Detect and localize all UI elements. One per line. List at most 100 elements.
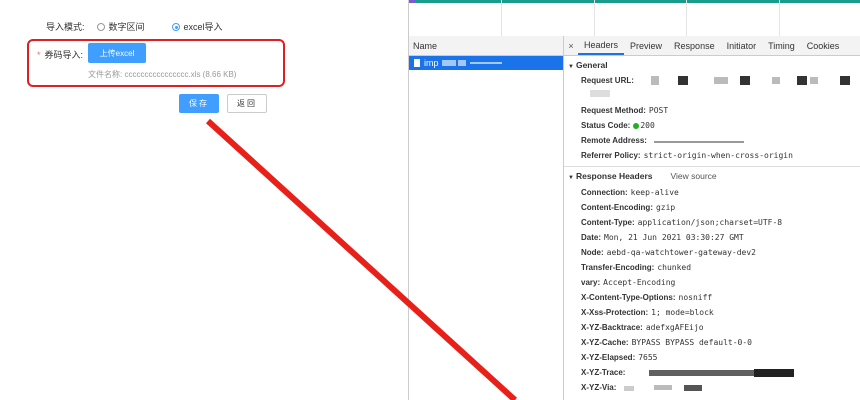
- referrer-policy-key: Referrer Policy:: [581, 151, 641, 160]
- response-header-key: Date:: [581, 233, 602, 242]
- name-column-header[interactable]: Name: [409, 36, 563, 56]
- response-header-key: X-YZ-Cache:: [581, 338, 629, 347]
- general-section-title: General: [575, 60, 608, 70]
- view-source-link[interactable]: View source: [671, 171, 717, 181]
- import-form: 导入模式: 数字区间 excel导入 * 券码导入: 上传excel 文件名称: …: [0, 0, 408, 400]
- response-header-row: X-Xss-Protection: 1; mode=block: [581, 308, 714, 317]
- redacted-text: [740, 76, 750, 85]
- response-header-value: gzip: [655, 203, 676, 212]
- request-list: Name imp: [409, 36, 564, 400]
- import-mode-row: 导入模式: 数字区间 excel导入: [46, 20, 223, 33]
- response-header-key: Node:: [581, 248, 604, 257]
- timeline-gridline: [501, 0, 502, 36]
- redacted-text: [469, 62, 502, 64]
- redacted-text: [754, 369, 794, 377]
- status-code-key: Status Code:: [581, 121, 631, 130]
- status-code-value: 200: [640, 121, 655, 130]
- redacted-text: [684, 385, 702, 391]
- timeline-gridline: [779, 0, 780, 36]
- required-star: *: [37, 50, 41, 60]
- redacted-text: [810, 77, 818, 84]
- general-section-toggle[interactable]: ▼ General: [568, 60, 608, 70]
- request-row-selected[interactable]: imp: [409, 56, 563, 70]
- tab-initiator[interactable]: Initiator: [721, 36, 763, 55]
- response-header-row: X-YZ-Backtrace: adefxgAFEijo: [581, 323, 704, 332]
- timeline-gridline: [594, 0, 595, 36]
- redacted-text: [624, 386, 634, 391]
- request-detail-pane: × Headers Preview Response Initiator Tim…: [564, 36, 860, 400]
- tab-timing[interactable]: Timing: [762, 36, 801, 55]
- devtools-network-panel: Name imp × Headers Preview Response Init…: [408, 0, 860, 400]
- response-header-key: Content-Encoding:: [581, 203, 653, 212]
- radio-excel-label: excel导入: [183, 22, 223, 32]
- tab-cookies[interactable]: Cookies: [801, 36, 846, 55]
- status-ok-icon: [633, 122, 640, 129]
- response-header-row: X-YZ-Via:: [581, 383, 619, 392]
- timeline-bar: [409, 0, 860, 3]
- response-header-row: vary: Accept-Encoding: [581, 278, 675, 287]
- response-headers-title: Response Headers: [575, 171, 653, 181]
- response-header-row: Date: Mon, 21 Jun 2021 03:30:27 GMT: [581, 233, 744, 242]
- network-timeline[interactable]: [409, 0, 860, 37]
- tab-preview[interactable]: Preview: [624, 36, 668, 55]
- file-icon: [414, 59, 420, 67]
- uploaded-file-name: 文件名称: cccccccccccccccc.xls (8.66 KB): [88, 70, 237, 79]
- radio-number-range-label: 数字区间: [108, 22, 145, 32]
- response-header-key: X-Content-Type-Options:: [581, 293, 676, 302]
- redacted-text: [654, 141, 744, 143]
- back-button[interactable]: 返回: [227, 94, 267, 113]
- response-header-row: Node: aebd-qa-watchtower-gateway-dev2: [581, 248, 756, 257]
- timeline-gridline: [686, 0, 687, 36]
- redacted-text: [590, 90, 610, 97]
- request-method-key: Request Method:: [581, 106, 646, 115]
- response-headers-toggle[interactable]: ▼ Response Headers View source: [568, 171, 717, 181]
- coupon-import-label-text: 券码导入:: [44, 50, 84, 60]
- referrer-policy-row: Referrer Policy: strict-origin-when-cross…: [581, 151, 793, 160]
- response-header-row: X-YZ-Trace:: [581, 368, 628, 377]
- remote-address-key: Remote Address:: [581, 136, 647, 145]
- referrer-policy-value: strict-origin-when-cross-origin: [643, 151, 793, 160]
- radio-number-range[interactable]: 数字区间: [96, 20, 145, 33]
- redacted-text: [797, 76, 807, 85]
- redacted-text: [772, 77, 780, 84]
- expand-triangle-icon: ▼: [568, 64, 574, 70]
- response-header-row: Content-Encoding: gzip: [581, 203, 675, 212]
- status-code-row: Status Code: 200: [581, 121, 655, 130]
- timeline-bar-start: [409, 0, 415, 3]
- response-header-row: Content-Type: application/json;charset=UT…: [581, 218, 782, 227]
- response-header-key: X-Xss-Protection:: [581, 308, 649, 317]
- response-header-value: Accept-Encoding: [603, 278, 676, 287]
- response-header-value: 1; mode=block: [651, 308, 714, 317]
- close-icon[interactable]: ×: [564, 41, 578, 51]
- response-header-value: BYPASS BYPASS default-0-0: [631, 338, 752, 347]
- request-name: imp: [424, 58, 439, 68]
- response-header-key: X-YZ-Backtrace:: [581, 323, 643, 332]
- upload-excel-button[interactable]: 上传excel: [88, 43, 146, 63]
- response-header-row: X-YZ-Cache: BYPASS BYPASS default-0-0: [581, 338, 752, 347]
- tab-headers[interactable]: Headers: [578, 36, 625, 55]
- radio-unchecked-icon: [96, 22, 105, 31]
- redacted-text: [714, 77, 728, 84]
- response-header-value: keep-alive: [630, 188, 679, 197]
- tab-response[interactable]: Response: [668, 36, 721, 55]
- response-header-value: aebd-qa-watchtower-gateway-dev2: [606, 248, 756, 257]
- redacted-text: [678, 76, 688, 85]
- response-header-key: Content-Type:: [581, 218, 635, 227]
- save-button[interactable]: 保存: [179, 94, 219, 113]
- request-url-key: Request URL:: [581, 76, 634, 85]
- radio-excel[interactable]: excel导入: [171, 20, 223, 33]
- response-header-value: nosniff: [678, 293, 713, 302]
- redacted-text: [840, 76, 850, 85]
- response-header-value: Mon, 21 Jun 2021 03:30:27 GMT: [604, 233, 744, 242]
- remote-address-row: Remote Address:: [581, 136, 650, 145]
- response-header-row: X-YZ-Elapsed: 7655: [581, 353, 658, 362]
- response-header-key: vary:: [581, 278, 601, 287]
- expand-triangle-icon: ▼: [568, 175, 574, 181]
- response-header-key: X-YZ-Trace:: [581, 368, 626, 377]
- response-header-row: Connection: keep-alive: [581, 188, 679, 197]
- import-mode-label: 导入模式:: [46, 22, 85, 32]
- response-header-row: Transfer-Encoding: chunked: [581, 263, 691, 272]
- redacted-text: [651, 76, 659, 85]
- request-url-row: Request URL:: [581, 76, 634, 85]
- redacted-text: [654, 385, 672, 390]
